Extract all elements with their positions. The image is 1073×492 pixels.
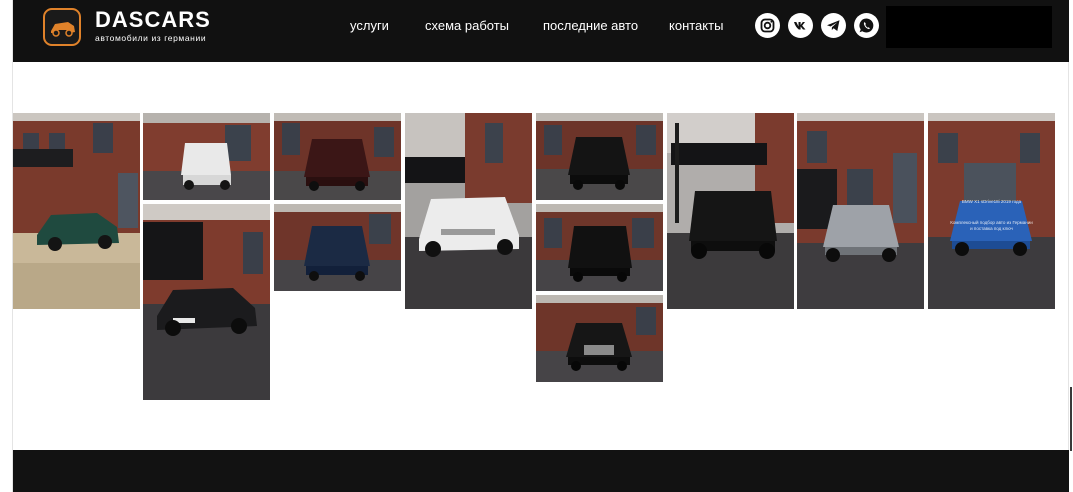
nav-work-scheme[interactable]: схема работы: [425, 18, 509, 34]
car-photo-white-bmw-x5[interactable]: [405, 113, 532, 309]
tile-overlay-subtitle-2: и поставка под ключ: [970, 226, 1013, 231]
logo-subtitle: автомобили из германии: [95, 33, 207, 43]
car-photo-black-audi[interactable]: [143, 204, 270, 400]
car-photo-black-gle-coupe[interactable]: [536, 113, 663, 200]
car-photo-white-g-class[interactable]: [143, 113, 270, 200]
car-photo-blue-gle[interactable]: [274, 204, 401, 291]
nav-contacts[interactable]: контакты: [669, 18, 723, 34]
telegram-icon[interactable]: [821, 13, 846, 38]
whatsapp-icon[interactable]: [854, 13, 879, 38]
vk-icon[interactable]: [788, 13, 813, 38]
header-placeholder-box: [886, 6, 1052, 48]
logo-car-icon[interactable]: [43, 8, 81, 46]
car-photo-grey-mini[interactable]: [797, 113, 924, 309]
car-photo-black-bmw-7[interactable]: [536, 295, 663, 382]
site-header: DASCARS автомобили из германии услуги сх…: [13, 0, 1069, 62]
nav-recent-cars[interactable]: последние авто: [543, 18, 638, 34]
car-photo-black-bmw-x7[interactable]: [536, 204, 663, 291]
car-photo-red-gle[interactable]: [274, 113, 401, 200]
tile-overlay-title: BMW X1 sDrive18i 2019 года: [961, 199, 1022, 204]
nav-services[interactable]: услуги: [350, 18, 389, 34]
scrollbar-thumb[interactable]: [1070, 387, 1072, 451]
site-footer: [13, 450, 1069, 492]
instagram-icon[interactable]: [755, 13, 780, 38]
car-photo-black-g-class[interactable]: [667, 113, 794, 309]
logo-title[interactable]: DASCARS: [95, 8, 211, 32]
car-photo-blue-bmw-x1[interactable]: BMW X1 sDrive18i 2019 года Комплексный п…: [928, 113, 1055, 309]
car-photo-green-wagon[interactable]: [13, 113, 140, 309]
